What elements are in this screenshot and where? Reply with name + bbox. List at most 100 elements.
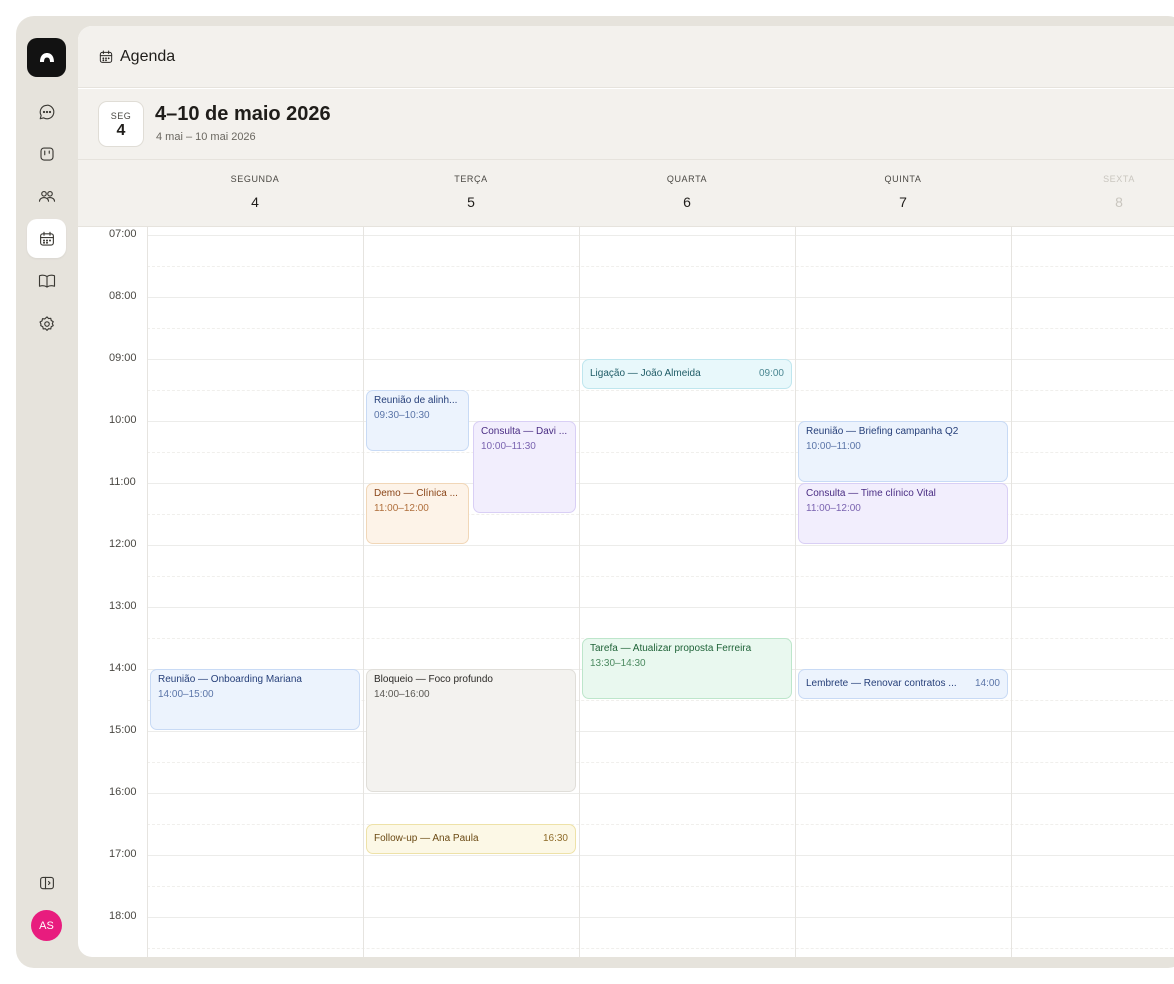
half-hour-gridline: [147, 266, 1174, 267]
today-day-number: 4: [116, 122, 126, 139]
day-column-divider: [147, 227, 148, 957]
calendar-event[interactable]: Reunião de alinh... 09:30–10:30: [366, 390, 469, 451]
day-name: QUINTA: [884, 174, 922, 184]
day-name: SEXTA: [1103, 174, 1135, 184]
half-hour-gridline: [147, 576, 1174, 577]
event-title: Consulta — Davi ...: [481, 426, 568, 437]
event-title: Reunião — Briefing campanha Q2: [806, 426, 959, 437]
event-time: 10:00–11:30: [481, 441, 536, 452]
day-name: TERÇA: [454, 174, 488, 184]
panel-toggle-icon: [39, 876, 54, 889]
event-time: 13:30–14:30: [590, 658, 646, 669]
event-title: Ligação — João Almeida: [590, 368, 701, 379]
book-icon: [38, 274, 55, 288]
event-time: 11:00–12:00: [374, 503, 429, 514]
half-hour-gridline: [147, 452, 1174, 453]
event-time: 10:00–11:00: [806, 441, 861, 452]
calendar-icon: [99, 50, 113, 63]
calendar-event[interactable]: Ligação — João Almeida 09:00: [582, 359, 792, 389]
event-title: Follow-up — Ana Paula: [374, 833, 479, 844]
half-hour-gridline: [147, 328, 1174, 329]
day-number: 6: [683, 194, 691, 210]
half-hour-gridline: [147, 948, 1174, 949]
week-subtitle: 4 mai – 10 mai 2026: [156, 131, 256, 143]
half-hour-gridline: [147, 390, 1174, 391]
kanban-icon: [39, 146, 54, 161]
hour-gridline: [147, 917, 1174, 918]
hour-label: 17:00: [109, 848, 137, 860]
topbar: Agenda: [78, 26, 1174, 88]
sidebar-toggle[interactable]: [27, 863, 66, 902]
hour-label: 09:00: [109, 352, 137, 364]
nav-knowledge[interactable]: [27, 261, 66, 300]
nav-settings[interactable]: [27, 304, 66, 343]
calendar-event[interactable]: Reunião — Onboarding Mariana 14:00–15:00: [150, 669, 360, 730]
calendar-event[interactable]: Consulta — Davi ... 10:00–11:30: [473, 421, 576, 513]
event-time: 14:00–16:00: [374, 689, 430, 700]
day-name: SEGUNDA: [230, 174, 280, 184]
hour-label: 11:00: [109, 476, 136, 488]
week-title: 4–10 de maio 2026: [155, 103, 331, 125]
event-title: Demo — Clínica ...: [374, 488, 458, 499]
event-time: 09:00: [758, 368, 784, 379]
nav-agenda[interactable]: [27, 219, 66, 258]
day-column-header[interactable]: SEXTA 8: [1011, 160, 1174, 227]
day-column-header[interactable]: QUARTA 6: [579, 160, 795, 227]
app-logo[interactable]: [27, 38, 66, 77]
hour-label: 18:00: [109, 910, 137, 922]
user-avatar[interactable]: AS: [31, 910, 62, 941]
event-time: 14:00: [974, 678, 1000, 689]
hour-gridline: [147, 607, 1174, 608]
day-column-divider: [579, 227, 580, 957]
event-title: Reunião — Onboarding Mariana: [158, 674, 302, 685]
nav-messages[interactable]: [27, 92, 66, 131]
event-time: 16:30: [542, 833, 568, 844]
calendar-event[interactable]: Lembrete — Renovar contratos ... 14:00: [798, 669, 1008, 699]
hour-label: 16:00: [109, 786, 137, 798]
day-number: 5: [467, 194, 475, 210]
main-panel: Agenda SEG 4 4–10 de maio 2026 4 mai – 1…: [78, 26, 1174, 957]
hour-label: 14:00: [109, 662, 137, 674]
hour-gridline: [147, 793, 1174, 794]
day-column-header[interactable]: QUINTA 7: [795, 160, 1011, 227]
page-title: Agenda: [120, 47, 176, 65]
day-number: 7: [899, 194, 907, 210]
calendar-event[interactable]: Bloqueio — Foco profundo 14:00–16:00: [366, 669, 576, 792]
hour-label: 10:00: [109, 414, 137, 426]
hour-gridline: [147, 235, 1174, 236]
event-title: Reunião de alinh...: [374, 395, 458, 406]
week-header: SEG 4 4–10 de maio 2026 4 mai – 10 mai 2…: [78, 89, 1174, 160]
day-name: QUARTA: [666, 174, 708, 184]
day-headers: SEGUNDA 4 TERÇA 5 QUARTA 6 QUINTA 7 SEXT…: [78, 160, 1174, 227]
day-column-header[interactable]: SEGUNDA 4: [147, 160, 363, 227]
calendar-grid[interactable]: 07:00 08:00 09:00 10:00 11:00 12:00 13:00 14:00…: [78, 227, 1174, 957]
event-time: 11:00–12:00: [806, 503, 861, 514]
hour-gridline: [147, 483, 1174, 484]
users-icon: [38, 190, 55, 202]
half-hour-gridline: [147, 886, 1174, 887]
calendar-event[interactable]: Tarefa — Atualizar proposta Ferreira 13:3…: [582, 638, 792, 699]
nav-board[interactable]: [27, 134, 66, 173]
logo-icon: [39, 52, 54, 62]
half-hour-gridline: [147, 824, 1174, 825]
calendar-event[interactable]: Follow-up — Ana Paula 16:30: [366, 824, 576, 854]
calendar-event[interactable]: Reunião — Briefing campanha Q2 10:00–11:0…: [798, 421, 1008, 482]
chat-bubble-icon: [39, 104, 54, 119]
nav-contacts[interactable]: [27, 176, 66, 215]
sidebar: AS: [16, 16, 78, 968]
half-hour-gridline: [147, 514, 1174, 515]
today-button[interactable]: SEG 4: [98, 101, 144, 147]
event-title: Bloqueio — Foco profundo: [374, 674, 493, 685]
day-column-header[interactable]: TERÇA 5: [363, 160, 579, 227]
calendar-event[interactable]: Demo — Clínica ... 11:00–12:00: [366, 483, 469, 544]
hour-gridline: [147, 297, 1174, 298]
calendar-icon: [39, 231, 54, 246]
half-hour-gridline: [147, 762, 1174, 763]
event-title: Lembrete — Renovar contratos ...: [806, 678, 957, 689]
hour-gridline: [147, 545, 1174, 546]
calendar-event[interactable]: Consulta — Time clínico Vital 11:00–12:00: [798, 483, 1008, 544]
gear-icon: [38, 315, 54, 331]
event-time: 09:30–10:30: [374, 410, 430, 421]
event-time: 14:00–15:00: [158, 689, 214, 700]
today-weekday: SEG: [110, 111, 132, 121]
